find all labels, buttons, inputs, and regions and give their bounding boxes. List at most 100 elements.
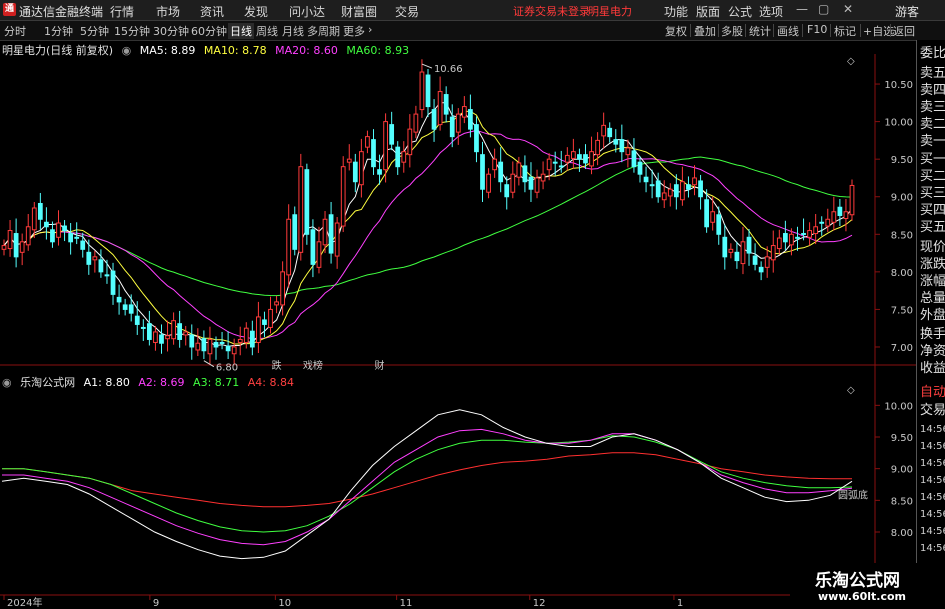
sub-y-tick-label: 9.50 bbox=[891, 433, 913, 444]
btn-stats[interactable]: 统计 bbox=[749, 23, 771, 39]
toolbar-divider bbox=[745, 24, 746, 37]
btn-draw[interactable]: 画线 bbox=[777, 23, 799, 39]
candle-body bbox=[268, 308, 273, 328]
period-60min[interactable]: 60分钟 bbox=[191, 23, 227, 39]
candle-body bbox=[50, 229, 55, 243]
btn-mark[interactable]: 标记 bbox=[834, 23, 856, 39]
candle-body bbox=[752, 255, 758, 265]
period-multi[interactable]: 多周期 bbox=[307, 23, 340, 39]
panel-bid2: 买二 bbox=[920, 169, 945, 184]
more-chevron-icon[interactable]: › bbox=[368, 23, 372, 36]
x-tick-label: 2024年 bbox=[7, 596, 42, 609]
menu-item-news[interactable]: 资讯 bbox=[200, 3, 224, 20]
candle-body bbox=[407, 128, 413, 156]
quote-panel: 委比 卖五 卖四 卖三 卖二 卖一 买一 买二 买三 买四 买五 现价 涨跌 涨… bbox=[916, 40, 945, 609]
period-1min[interactable]: 1分钟 bbox=[44, 23, 73, 39]
toolbar-divider bbox=[690, 24, 691, 37]
period-weekly[interactable]: 周线 bbox=[256, 23, 278, 39]
x-tick-label: 12 bbox=[533, 598, 546, 609]
candle-body bbox=[849, 184, 855, 216]
chevron-icon: ◇ bbox=[847, 385, 855, 396]
candle-body bbox=[207, 338, 213, 355]
candle-body bbox=[655, 180, 661, 198]
menu-item-quotes[interactable]: 行情 bbox=[110, 3, 134, 20]
menu-item-wealth[interactable]: 财富圈 bbox=[341, 3, 377, 20]
candle-body bbox=[159, 334, 164, 344]
btn-multistock[interactable]: 多股 bbox=[721, 23, 743, 39]
period-30min[interactable]: 30分钟 bbox=[153, 23, 189, 39]
period-monthly[interactable]: 月线 bbox=[282, 23, 304, 39]
candle-body bbox=[419, 71, 425, 111]
candle-body bbox=[449, 116, 455, 138]
candle-body bbox=[1, 245, 7, 250]
sub-chart-title[interactable]: 乐淘公式网 bbox=[20, 376, 75, 389]
minimize-icon[interactable]: — bbox=[796, 2, 808, 16]
candle-body bbox=[661, 192, 667, 201]
panel-bid5: 买五 bbox=[920, 220, 945, 235]
candle-body bbox=[558, 165, 564, 168]
menu-item-options[interactable]: 选项 bbox=[759, 3, 783, 20]
candle-body bbox=[443, 94, 449, 115]
period-more[interactable]: 更多 bbox=[343, 23, 365, 39]
menu-item-market[interactable]: 市场 bbox=[156, 3, 180, 20]
trade-login-warning[interactable]: 证券交易未登录 bbox=[513, 3, 590, 19]
candle-body bbox=[710, 211, 716, 223]
period-5min[interactable]: 5分钟 bbox=[80, 23, 109, 39]
period-15min[interactable]: 15分钟 bbox=[114, 23, 150, 39]
panel-trade-label[interactable]: 交易 bbox=[920, 402, 945, 420]
menu-item-functions[interactable]: 功能 bbox=[664, 3, 688, 20]
maximize-icon[interactable]: ▢ bbox=[818, 2, 829, 16]
panel-net-assets: 净资 bbox=[920, 344, 945, 359]
candle-body bbox=[583, 154, 588, 164]
panel-bid4: 买四 bbox=[920, 203, 945, 218]
y-tick-label: 7.00 bbox=[891, 343, 913, 354]
panel-ask5: 卖五 bbox=[920, 66, 945, 81]
btn-f10[interactable]: F10 bbox=[807, 23, 827, 36]
candle-body bbox=[80, 240, 86, 250]
period-timeshare[interactable]: 分时 bbox=[4, 23, 26, 39]
period-daily[interactable]: 日线 bbox=[228, 23, 254, 39]
menu-item-ask[interactable]: 问小达 bbox=[289, 3, 325, 20]
guest-label[interactable]: 游客 bbox=[895, 3, 919, 20]
menu-item-formula[interactable]: 公式 bbox=[728, 3, 752, 20]
chart-area[interactable]: 7.00 7.50 8.00 8.50 9.00 9.50 10.00 10.50 8.00 8.… bbox=[0, 40, 916, 609]
main-chart-title: 明星电力(日线 前复权) bbox=[2, 44, 114, 57]
candle-body bbox=[352, 161, 358, 183]
indicator-toggle-icon[interactable]: ◉ bbox=[122, 44, 132, 57]
candle-body bbox=[316, 241, 322, 268]
toolbar-divider bbox=[718, 24, 719, 37]
candle-body bbox=[104, 274, 110, 277]
candle-body bbox=[734, 251, 740, 262]
panel-price: 现价 bbox=[920, 240, 945, 255]
tick-time: 14:56 bbox=[920, 509, 945, 520]
candle-body bbox=[837, 206, 843, 217]
candle-body bbox=[570, 151, 576, 159]
panel-auto-toggle[interactable]: 自动 bbox=[920, 384, 945, 402]
btn-overlay[interactable]: 叠加 bbox=[694, 23, 716, 39]
close-icon[interactable]: ✕ bbox=[843, 2, 853, 16]
candle-body bbox=[492, 158, 498, 171]
candle-body bbox=[310, 229, 316, 265]
btn-adjust[interactable]: 复权 bbox=[665, 23, 687, 39]
indicator-toggle-icon[interactable]: ◉ bbox=[2, 376, 12, 389]
high-price-label: 10.66 bbox=[434, 64, 463, 75]
candle-body bbox=[425, 74, 431, 108]
candle-body bbox=[468, 109, 473, 130]
menu-item-trade[interactable]: 交易 bbox=[395, 3, 419, 20]
candle-body bbox=[140, 326, 146, 329]
period-toolbar: 分时 1分钟 5分钟 15分钟 30分钟 60分钟 日线 周线 月线 多周期 更… bbox=[0, 21, 945, 41]
menu-item-discover[interactable]: 发现 bbox=[244, 3, 268, 20]
candle-body bbox=[534, 177, 540, 193]
candle-body bbox=[631, 150, 637, 168]
y-tick-label: 9.00 bbox=[891, 193, 913, 204]
candle-body bbox=[516, 162, 522, 178]
menu-item-layout[interactable]: 版面 bbox=[696, 3, 720, 20]
high-pointer bbox=[421, 63, 433, 69]
candle-body bbox=[231, 346, 237, 355]
candle-body bbox=[334, 222, 340, 257]
x-tick-label: 1 bbox=[677, 598, 683, 609]
a3-label: A3: 8.71 bbox=[193, 376, 240, 389]
candle-body bbox=[437, 91, 443, 126]
panel-ask2: 卖二 bbox=[920, 117, 945, 132]
btn-back[interactable]: 返回 bbox=[893, 23, 915, 39]
